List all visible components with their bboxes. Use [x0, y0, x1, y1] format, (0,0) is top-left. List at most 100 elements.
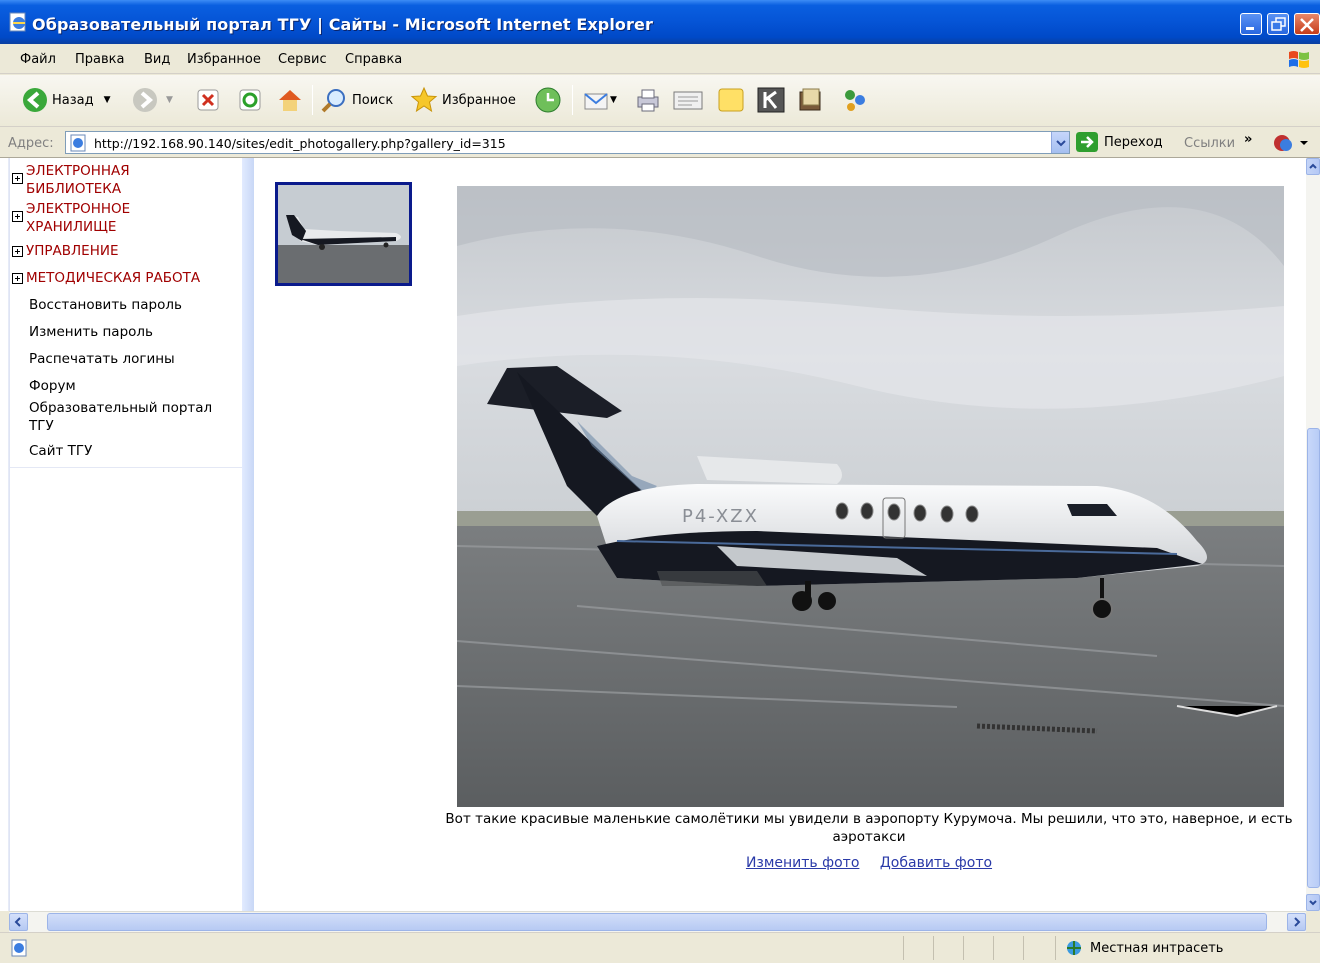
edit-page-icon [673, 91, 703, 110]
sidebar-section-label[interactable]: УПРАВЛЕНИЕ [26, 242, 236, 260]
go-arrow-icon [1076, 132, 1098, 152]
print-icon [637, 89, 659, 112]
refresh-button[interactable] [238, 83, 262, 117]
home-button[interactable] [276, 83, 304, 117]
chevron-left-icon [14, 917, 21, 927]
photo-thumbnail[interactable] [275, 182, 412, 286]
maximize-button[interactable] [1267, 13, 1289, 35]
sidebar-section-label[interactable]: ЭЛЕКТРОННОЕ ХРАНИЛИЩЕ [26, 200, 146, 236]
menu-help[interactable]: Справка [345, 52, 402, 67]
favorites-label: Избранное [442, 92, 516, 108]
sidebar-link-forum[interactable]: Форум [29, 377, 239, 395]
menu-bar: Файл Правка Вид Избранное Сервис Справка [0, 44, 1320, 74]
forward-button[interactable]: ▼ [132, 83, 173, 117]
close-button[interactable] [1294, 13, 1320, 35]
research-button[interactable] [756, 83, 786, 117]
sidebar-section-management[interactable]: УПРАВЛЕНИЕ [12, 242, 236, 260]
security-zone[interactable]: Местная интрасеть [1064, 939, 1223, 957]
note-icon [718, 88, 744, 112]
scroll-down-button[interactable] [1306, 894, 1320, 911]
vertical-scrollbar[interactable] [1306, 158, 1320, 911]
horizontal-scroll-thumb[interactable] [47, 913, 1267, 931]
search-button[interactable]: Поиск [320, 83, 393, 117]
restore-icon [1271, 17, 1286, 31]
links-toolbar[interactable]: Ссылки [1184, 136, 1235, 151]
book-icon [799, 88, 821, 111]
vertical-scroll-thumb[interactable] [1307, 428, 1320, 888]
forward-arrow-icon [133, 88, 157, 112]
search-label: Поиск [352, 92, 394, 108]
minimize-icon [1246, 27, 1254, 30]
stop-button[interactable] [196, 83, 220, 117]
back-button[interactable]: Назад ▼ [22, 83, 111, 117]
page-icon [70, 134, 86, 152]
edit-button[interactable] [672, 83, 704, 117]
window-title: Образовательный портал ТГУ | Сайты - Mic… [32, 15, 653, 34]
back-label: Назад [52, 92, 94, 108]
book-button[interactable] [796, 83, 826, 117]
sidebar-section-label[interactable]: МЕТОДИЧЕСКАЯ РАБОТА [26, 269, 236, 287]
photo-caption: Вот такие красивые маленькие самолётики … [445, 811, 1293, 845]
links-chevron-icon[interactable]: » [1244, 132, 1252, 147]
edit-photo-link[interactable]: Изменить фото [746, 855, 859, 871]
security-zone-label: Местная интрасеть [1090, 940, 1224, 956]
print-button[interactable] [634, 83, 662, 117]
mail-button[interactable]: ▼ [582, 83, 617, 117]
menu-file[interactable]: Файл [20, 52, 56, 67]
chevron-right-icon [1294, 917, 1301, 927]
history-icon [535, 87, 561, 113]
minimize-button[interactable] [1240, 13, 1262, 35]
chevron-up-icon [1309, 163, 1317, 169]
plus-icon[interactable] [12, 246, 23, 257]
menu-favorites[interactable]: Избранное [187, 52, 261, 67]
status-pane-divider [963, 936, 964, 960]
sidebar-link-tsu-site[interactable]: Сайт ТГУ [29, 442, 239, 460]
sidebar-border [242, 158, 254, 911]
status-pane-divider [903, 936, 904, 960]
menu-edit[interactable]: Правка [75, 52, 124, 67]
history-button[interactable] [534, 83, 562, 117]
intranet-globe-icon [1067, 941, 1081, 955]
status-pane-divider [1023, 936, 1024, 960]
go-button[interactable]: Переход [1076, 132, 1163, 152]
toolbar-separator [572, 85, 573, 115]
address-input[interactable]: http://192.168.90.140/sites/edit_photoga… [65, 131, 1070, 154]
chevron-down-icon[interactable]: ▼ [166, 95, 173, 105]
sidebar-link-print-logins[interactable]: Распечатать логины [29, 350, 239, 368]
sidebar-link-restore-password[interactable]: Восстановить пароль [29, 296, 239, 314]
sidebar-link-change-password[interactable]: Изменить пароль [29, 323, 239, 341]
plus-icon[interactable] [12, 211, 23, 222]
toolbar: Назад ▼ ▼ Поиск Избранное ▼ [0, 75, 1320, 127]
chevron-down-icon [1056, 140, 1066, 147]
messenger-button[interactable] [716, 83, 746, 117]
menu-view[interactable]: Вид [144, 52, 170, 67]
star-icon [410, 86, 438, 113]
sidebar-section-library[interactable]: ЭЛЕКТРОННАЯ БИБЛИОТЕКА [12, 162, 146, 198]
tail-registration: P4-XZX [682, 506, 759, 527]
chevron-down-icon[interactable]: ▼ [610, 95, 617, 105]
close-icon [1300, 18, 1314, 32]
thumbnail-image [278, 185, 409, 283]
horizontal-scrollbar[interactable] [9, 911, 1306, 932]
sidebar-section-repository[interactable]: ЭЛЕКТРОННОЕ ХРАНИЛИЩЕ [12, 200, 146, 236]
status-bar: Местная интрасеть [0, 932, 1320, 963]
scroll-left-button[interactable] [9, 913, 28, 931]
sidebar-section-methodical[interactable]: МЕТОДИЧЕСКАЯ РАБОТА [12, 269, 236, 287]
address-url: http://192.168.90.140/sites/edit_photoga… [94, 136, 506, 151]
plus-icon[interactable] [12, 173, 23, 184]
chevron-down-icon[interactable]: ▼ [104, 95, 111, 105]
menu-tools[interactable]: Сервис [278, 52, 327, 67]
address-dropdown-button[interactable] [1051, 132, 1069, 153]
translate-icon[interactable] [1270, 132, 1310, 154]
scroll-up-button[interactable] [1306, 158, 1320, 175]
add-photo-link[interactable]: Добавить фото [880, 855, 992, 871]
scrollbar-corner [1306, 911, 1320, 932]
plus-icon[interactable] [12, 273, 23, 284]
favorites-button[interactable]: Избранное [410, 83, 516, 117]
sidebar-link-portal[interactable]: Образовательный портал ТГУ [29, 399, 229, 435]
scroll-right-button[interactable] [1287, 913, 1306, 931]
contacts-button[interactable] [840, 83, 870, 117]
toolbar-separator [312, 85, 313, 115]
sidebar-section-label[interactable]: ЭЛЕКТРОННАЯ БИБЛИОТЕКА [26, 162, 146, 198]
status-pane-divider [993, 936, 994, 960]
